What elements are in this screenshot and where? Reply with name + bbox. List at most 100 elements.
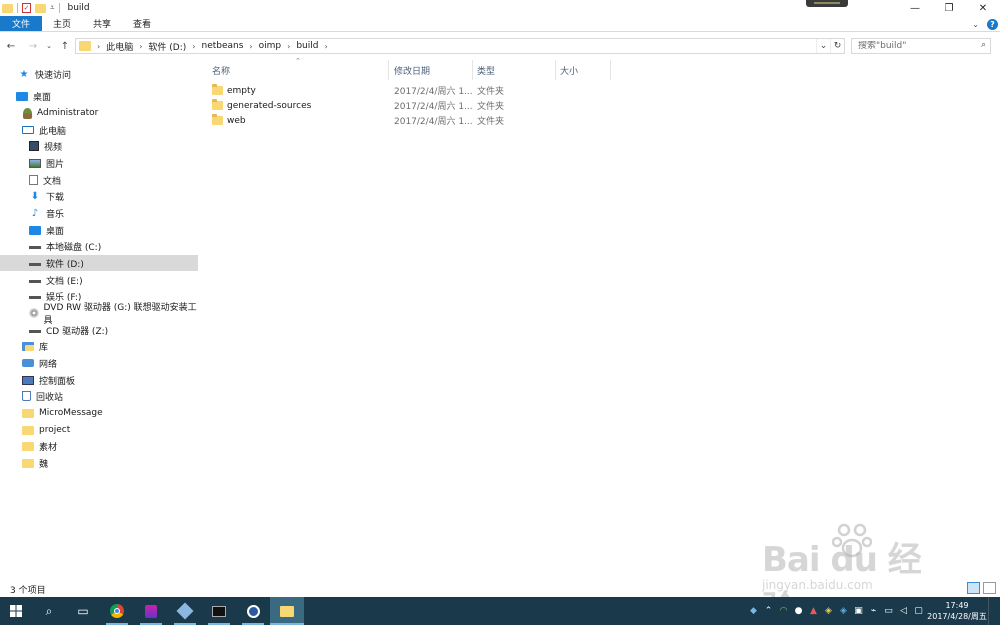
sidebar-item-desktop-pc[interactable]: 桌面 [0, 222, 198, 238]
sidebar-item-drive-c[interactable]: 本地磁盘 (C:) [0, 238, 198, 254]
sidebar-item-network[interactable]: 网络 [0, 355, 198, 371]
show-desktop-button[interactable] [988, 597, 1000, 625]
folder-icon [2, 3, 13, 13]
address-bar[interactable]: › 此电脑 › 软件 (D:) › netbeans › oimp › buil… [75, 38, 845, 54]
tab-home[interactable]: 主页 [42, 16, 82, 31]
tab-view[interactable]: 查看 [122, 16, 162, 31]
terminal-taskbar-button[interactable] [202, 597, 236, 625]
details-view-button[interactable] [967, 582, 980, 594]
column-divider[interactable] [555, 60, 556, 80]
chevron-right-icon[interactable]: › [97, 42, 100, 51]
shield-icon[interactable]: ◈ [821, 597, 836, 625]
volume-icon[interactable]: ◁ [896, 597, 911, 625]
breadcrumb-drive-d[interactable]: 软件 (D:) [148, 40, 186, 53]
sidebar-item-libraries[interactable]: 库 [0, 338, 198, 354]
table-row[interactable]: generated-sources 2017/2/4/周六 1... 文件夹 [212, 98, 662, 113]
help-icon[interactable]: ? [987, 18, 998, 30]
chrome-taskbar-button[interactable] [100, 597, 134, 625]
sidebar-item-downloads[interactable]: ⬇ 下载 [0, 188, 198, 204]
breadcrumb-build[interactable]: build [296, 41, 318, 51]
back-button[interactable]: ← [4, 38, 18, 54]
table-row[interactable]: web 2017/2/4/周六 1... 文件夹 [212, 113, 662, 128]
bluetooth-icon[interactable]: ● [791, 597, 806, 625]
chevron-down-icon[interactable]: ⌄ [816, 39, 830, 53]
expand-ribbon-icon[interactable]: ⌄ [972, 20, 979, 29]
breadcrumb-oimp[interactable]: oimp [259, 41, 282, 51]
forward-button[interactable]: → [26, 38, 40, 54]
sidebar-item-drive-d[interactable]: 软件 (D:) [0, 255, 198, 271]
new-folder-icon[interactable] [35, 3, 46, 13]
tab-file[interactable]: 文件 [0, 16, 43, 31]
sidebar-item-sucai[interactable]: 素材 [0, 438, 198, 454]
maximize-button[interactable]: ❐ [932, 0, 966, 16]
breadcrumb-netbeans[interactable]: netbeans [201, 41, 243, 51]
sidebar-item-quick-access[interactable]: ★ 快速访问 [0, 66, 198, 82]
sidebar-item-micromessage[interactable]: MicroMessage [0, 405, 198, 421]
usb-icon[interactable]: ⌁ [866, 597, 881, 625]
status-bar: 3 个项目 [0, 582, 1000, 596]
tab-share[interactable]: 共享 [82, 16, 122, 31]
start-button[interactable] [0, 597, 32, 625]
column-divider[interactable] [388, 60, 389, 80]
breadcrumb-this-pc[interactable]: 此电脑 [106, 40, 133, 53]
display-icon[interactable]: ▢ [911, 597, 926, 625]
column-header-name[interactable]: 名称 [212, 60, 388, 80]
sidebar-item-recycle-bin[interactable]: 回收站 [0, 388, 198, 404]
column-header-size[interactable]: 大小 [560, 60, 610, 80]
sidebar-item-dvd-drive-g[interactable]: DVD RW 驱动器 (G:) 联想驱动安装工具 [0, 303, 198, 326]
tray-app-icon[interactable]: ◆ [746, 597, 761, 625]
virtualbox-taskbar-button[interactable] [168, 597, 202, 625]
task-view-button[interactable]: ▭ [66, 597, 100, 625]
app-taskbar-button[interactable] [134, 597, 168, 625]
eclipse-taskbar-button[interactable] [236, 597, 270, 625]
search-input[interactable] [858, 41, 968, 51]
large-icons-view-button[interactable] [983, 582, 996, 594]
power-icon[interactable]: ▭ [881, 597, 896, 625]
sidebar-item-label: 文档 (E:) [46, 276, 83, 287]
search-box[interactable]: ⌕ [851, 38, 991, 54]
customize-toolbar-icon[interactable]: ⩡ [50, 3, 55, 13]
sidebar-item-documents[interactable]: 文档 [0, 172, 198, 188]
sidebar-item-project[interactable]: project [0, 422, 198, 438]
chevron-right-icon[interactable]: › [324, 42, 327, 51]
sidebar-item-this-pc[interactable]: 此电脑 [0, 122, 198, 138]
chevron-right-icon[interactable]: › [287, 42, 290, 51]
drive-icon [29, 260, 41, 266]
minimize-button[interactable]: — [898, 0, 932, 16]
up-button[interactable]: ↑ [58, 38, 72, 54]
file-explorer-taskbar-button[interactable] [270, 597, 304, 625]
wifi-icon[interactable]: ◠ [776, 597, 791, 625]
column-header-date[interactable]: 修改日期 [394, 60, 472, 80]
sidebar-item-label: 回收站 [36, 392, 64, 403]
chevron-right-icon[interactable]: › [139, 42, 142, 51]
sidebar-item-videos[interactable]: 视频 [0, 138, 198, 154]
chevron-right-icon[interactable]: › [192, 42, 195, 51]
sidebar-item-administrator[interactable]: Administrator [0, 105, 198, 121]
table-row[interactable]: empty 2017/2/4/周六 1... 文件夹 [212, 83, 662, 98]
device-icon[interactable]: ▣ [851, 597, 866, 625]
defender-icon[interactable]: ◈ [836, 597, 851, 625]
column-divider[interactable] [610, 60, 611, 80]
refresh-icon[interactable]: ↻ [830, 39, 844, 53]
sidebar-item-drive-e[interactable]: 文档 (E:) [0, 272, 198, 288]
sidebar-item-cd-drive-z[interactable]: CD 驱动器 (Z:) [0, 322, 198, 338]
firewall-icon[interactable]: ▲ [806, 597, 821, 625]
sidebar-item-music[interactable]: ♪ 音乐 [0, 205, 198, 221]
sidebar-item-control-panel[interactable]: 控制面板 [0, 372, 198, 388]
recent-locations-icon[interactable]: ⌄ [42, 38, 56, 54]
close-button[interactable]: ✕ [966, 0, 1000, 16]
show-hidden-icons-button[interactable]: ⌃ [761, 597, 776, 625]
sidebar-item-wei[interactable]: 魏 [0, 455, 198, 471]
sidebar-item-pictures[interactable]: 图片 [0, 155, 198, 171]
column-header-type[interactable]: 类型 [477, 60, 555, 80]
star-icon: ★ [19, 68, 29, 80]
properties-icon[interactable]: ✓ [22, 3, 31, 13]
desktop-icon [16, 91, 28, 101]
clock[interactable]: 17:49 2017/4/28/周五 [926, 597, 988, 625]
chevron-right-icon[interactable]: › [249, 42, 252, 51]
sidebar-item-desktop[interactable]: 桌面 [0, 88, 198, 104]
folder-icon [212, 114, 223, 125]
column-divider[interactable] [472, 60, 473, 80]
search-icon[interactable]: ⌕ [981, 40, 986, 50]
search-button[interactable]: ⌕ [32, 597, 66, 625]
